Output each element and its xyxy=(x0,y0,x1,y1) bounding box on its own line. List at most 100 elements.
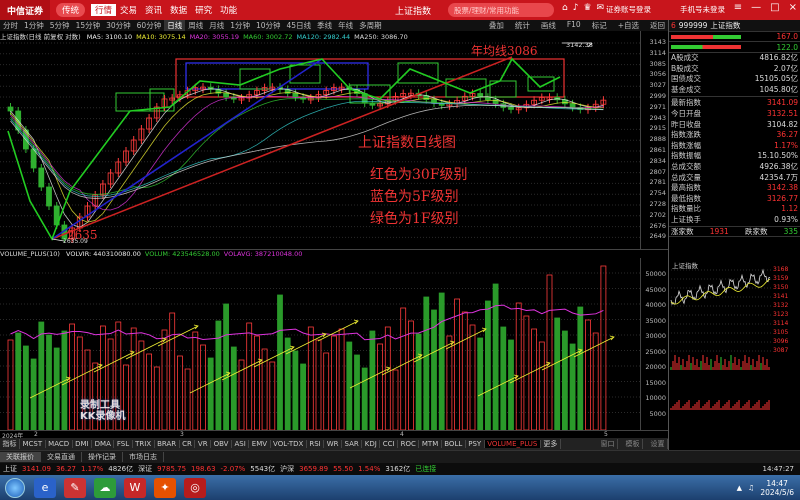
mini-tick: 3114 xyxy=(773,320,789,327)
indicator-tab-fsl[interactable]: FSL xyxy=(114,440,133,448)
period-tab[interactable]: 15分钟 xyxy=(73,20,104,31)
indicator-tab-rsi[interactable]: RSI xyxy=(307,440,325,448)
period-tab[interactable]: 年线 xyxy=(335,20,356,31)
indicator-tab-trix[interactable]: TRIX xyxy=(133,440,155,448)
indicator-tab-dma[interactable]: DMA xyxy=(92,440,115,448)
menu-trade[interactable]: 交易 xyxy=(116,4,141,16)
search-input[interactable]: 股票/理财/常用功能 xyxy=(448,3,554,17)
indicator-tab-mcst[interactable]: MCST xyxy=(20,440,46,448)
indicator-tab-dmi[interactable]: DMI xyxy=(73,440,93,448)
menu-news[interactable]: 资讯 xyxy=(141,4,166,16)
volume-bar xyxy=(153,366,160,430)
mini-tick: 3123 xyxy=(773,311,789,318)
indicator-tab-kdj[interactable]: KDJ xyxy=(362,440,381,448)
menu-functions[interactable]: 功能 xyxy=(216,4,241,16)
menu-icon[interactable]: ≡ xyxy=(734,2,742,13)
watchlist-button[interactable]: +自选 xyxy=(615,20,642,31)
app-icon[interactable]: ✎ xyxy=(64,477,86,498)
indicator-tab-cr[interactable]: CR xyxy=(180,440,196,448)
period-tab[interactable]: 60分钟 xyxy=(134,20,165,31)
ie-icon[interactable]: e xyxy=(34,477,56,498)
volume-annotation-arrow xyxy=(317,320,359,342)
period-tab[interactable]: 30分钟 xyxy=(103,20,134,31)
maximize-icon[interactable]: □ xyxy=(770,2,779,13)
indicator-tab-vr[interactable]: VR xyxy=(195,440,212,448)
quote-row-label: 指数涨跌 xyxy=(671,130,701,140)
indicator-tab-volume_plus[interactable]: VOLUME_PLUS xyxy=(484,440,541,448)
home-icon[interactable]: ⌂ xyxy=(562,3,568,13)
media-icon[interactable]: ✦ xyxy=(154,477,176,498)
quote-row-value: 2.07亿 xyxy=(773,63,798,73)
indicator-tab-roc[interactable]: ROC xyxy=(398,440,420,448)
period-tab[interactable]: 多周期 xyxy=(356,20,385,31)
menu-quotes[interactable]: 行情 xyxy=(91,4,117,16)
wps-icon[interactable]: W xyxy=(124,477,146,498)
indicator-tab-psy[interactable]: PSY xyxy=(466,440,485,448)
account-login[interactable]: 证券账号登录 xyxy=(606,4,651,15)
intraday-price-line xyxy=(670,268,771,306)
period-tab[interactable]: 季线 xyxy=(314,20,335,31)
network-icon[interactable]: ▲ xyxy=(737,484,742,492)
tabs-control[interactable]: 模板 xyxy=(623,439,643,449)
phone-login[interactable]: 手机号未登录 xyxy=(680,4,725,15)
indicator-tab-brar[interactable]: BRAR xyxy=(155,440,180,448)
tabs-control[interactable]: 窗口 xyxy=(598,439,618,449)
tab-operation-log[interactable]: 操作记录 xyxy=(82,452,123,462)
tabs-control[interactable]: 设置 xyxy=(648,439,668,449)
quote-row: 指数涨幅 1.17% xyxy=(671,141,798,152)
indicator-tab-obv[interactable]: OBV xyxy=(211,440,232,448)
indicator-tab-sar[interactable]: SAR xyxy=(342,440,363,448)
indicator-tab-mtm[interactable]: MTM xyxy=(419,440,442,448)
chart-name: 上证指数(日线 前复权 对数) xyxy=(0,33,81,41)
tray-clock[interactable]: 14:47 2024/5/6 xyxy=(760,479,794,497)
trophy-icon[interactable]: ♛ xyxy=(583,3,591,13)
indicator-tab-wr[interactable]: WR xyxy=(324,440,342,448)
menu-data[interactable]: 数据 xyxy=(166,4,191,16)
period-tab[interactable]: 1分钟 xyxy=(227,20,253,31)
mode-selector[interactable]: 传统 xyxy=(56,3,86,17)
close-icon[interactable]: × xyxy=(789,2,797,13)
minimize-icon[interactable]: — xyxy=(751,2,761,13)
wechat-icon[interactable]: ☁ xyxy=(94,477,116,498)
overlay-button[interactable]: 叠加 xyxy=(486,20,507,31)
period-tab[interactable]: 10分钟 xyxy=(253,20,284,31)
quote-row-label: A股成交 xyxy=(671,53,699,62)
tab-related-quotes[interactable]: 关联报价 xyxy=(0,452,41,462)
intraday-mini-chart[interactable]: 上证指数 3168 3159 3150 3141 3132 3123 3114 3105 309… xyxy=(669,260,800,450)
indicator-tab-指标[interactable]: 指标 xyxy=(0,439,20,449)
period-tab[interactable]: 45日线 xyxy=(284,20,315,31)
volume-bar xyxy=(554,317,561,430)
back-button[interactable]: 返回 xyxy=(647,20,668,31)
indicator-tab-boll[interactable]: BOLL xyxy=(442,440,466,448)
broker-app-icon[interactable]: ◎ xyxy=(184,477,206,498)
indicator-tab-emv[interactable]: EMV xyxy=(249,440,271,448)
bell-icon[interactable]: ♪ xyxy=(573,3,579,13)
volume-icon[interactable]: ♫ xyxy=(748,484,754,492)
period-tab[interactable]: 1分钟 xyxy=(21,20,47,31)
period-tab[interactable]: 周线 xyxy=(185,20,206,31)
period-tab[interactable]: 5分钟 xyxy=(47,20,73,31)
mini-chart-label: 上证指数 xyxy=(672,262,698,270)
indicator-tab-更多[interactable]: 更多 xyxy=(541,439,561,449)
indicator-tab-asi[interactable]: ASI xyxy=(232,440,250,448)
start-button[interactable] xyxy=(0,475,30,500)
window-title: 上证指数 xyxy=(395,7,432,17)
period-tab[interactable]: 日线 xyxy=(164,20,186,31)
mail-icon[interactable]: ✉ xyxy=(597,3,605,13)
menu-research[interactable]: 研究 xyxy=(191,4,216,16)
quote-row-label: 总成交额 xyxy=(671,161,701,171)
tab-trade-direct[interactable]: 交易直通 xyxy=(41,452,82,462)
draw-button[interactable]: 画线 xyxy=(538,20,559,31)
period-tab[interactable]: 分时 xyxy=(0,20,21,31)
volume-bar xyxy=(477,337,484,430)
indicator-tab-vol-tdx[interactable]: VOL-TDX xyxy=(271,440,307,448)
mark-button[interactable]: 标记 xyxy=(589,20,610,31)
tab-market-log[interactable]: 市场日志 xyxy=(123,452,164,462)
up-count-label: 涨家数 xyxy=(671,226,694,236)
kline-chart[interactable] xyxy=(0,41,640,249)
indicator-tab-cci[interactable]: CCI xyxy=(380,440,399,448)
indicator-tab-macd[interactable]: MACD xyxy=(46,440,73,448)
period-tab[interactable]: 月线 xyxy=(206,20,227,31)
f10-button[interactable]: F10 xyxy=(564,20,584,31)
stats-button[interactable]: 统计 xyxy=(512,20,533,31)
